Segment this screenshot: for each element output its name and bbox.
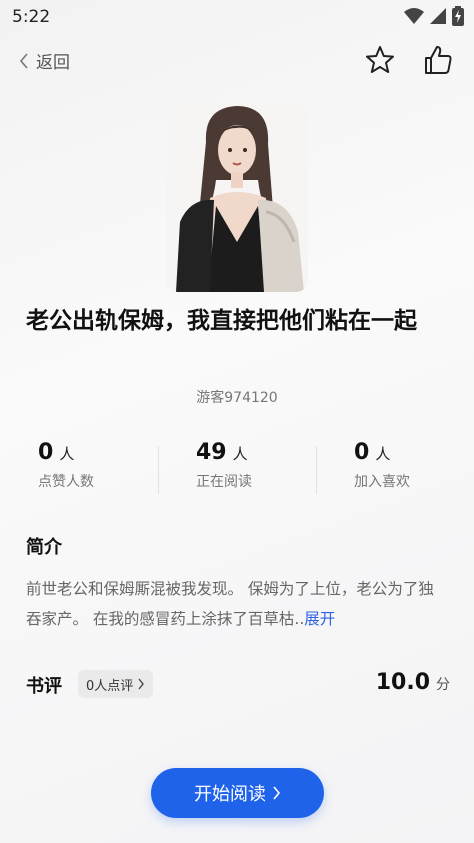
- status-time: 5:22: [12, 7, 51, 27]
- chevron-right-icon: [273, 786, 281, 800]
- stat-value: 49: [196, 440, 227, 465]
- expand-link[interactable]: 展开: [304, 610, 335, 628]
- start-reading-button[interactable]: 开始阅读: [151, 768, 324, 818]
- rating-score: 10.0 分: [376, 670, 450, 695]
- stat-label: 点赞人数: [38, 474, 94, 490]
- intro-heading: 简介: [26, 537, 62, 558]
- stats-row: 0人 点赞人数 49 人 正在阅读 0人 加入喜欢: [0, 440, 474, 500]
- cover-illustration: [166, 102, 308, 292]
- stat-value: 0: [38, 440, 54, 465]
- stat-unit: 人: [375, 445, 391, 463]
- review-count-label: 0人点评: [86, 678, 134, 694]
- stat-label: 正在阅读: [196, 474, 252, 490]
- score-value: 10.0: [375, 670, 430, 695]
- nav-bar: 返回: [0, 40, 474, 84]
- chevron-left-icon: [19, 52, 28, 69]
- back-button[interactable]: 返回: [18, 48, 70, 73]
- thumbs-up-outline-icon[interactable]: [422, 44, 454, 76]
- intro-text-block: 前世老公和保姆厮混被我发现。 保姆为了上位，老公为了独吞家产。 在我的感冒药上涂…: [26, 574, 446, 634]
- intro-text: 前世老公和保姆厮混被我发现。 保姆为了上位，老公为了独吞家产。 在我的感冒药上涂…: [26, 580, 434, 628]
- score-unit: 分: [436, 677, 450, 693]
- stat-value: 0: [354, 440, 370, 465]
- review-heading: 书评: [26, 676, 62, 697]
- stat-unit: 人: [59, 445, 75, 463]
- chevron-right-icon: [138, 678, 145, 690]
- stat-likes: 0人 点赞人数: [0, 440, 158, 500]
- stat-favorites: 0人 加入喜欢: [316, 440, 474, 500]
- review-row: 书评 0人点评 10.0 分: [26, 670, 450, 702]
- status-bar: 5:22: [0, 0, 474, 34]
- back-label: 返回: [36, 53, 70, 73]
- battery-charging-icon: [452, 6, 464, 26]
- book-title: 老公出轨保姆，我直接把他们粘在一起: [26, 308, 417, 334]
- book-author[interactable]: 游客974120: [0, 387, 474, 407]
- star-outline-icon[interactable]: [364, 44, 396, 76]
- stat-reading: 49 人 正在阅读: [158, 440, 316, 500]
- stat-label: 加入喜欢: [354, 474, 410, 490]
- book-cover: [166, 102, 308, 292]
- cellular-signal-icon: [430, 8, 446, 24]
- review-count-chip[interactable]: 0人点评: [78, 670, 154, 698]
- wifi-icon: [404, 8, 424, 24]
- system-icons: [404, 6, 464, 26]
- start-reading-label: 开始阅读: [194, 784, 266, 805]
- stat-unit: 人: [232, 445, 248, 463]
